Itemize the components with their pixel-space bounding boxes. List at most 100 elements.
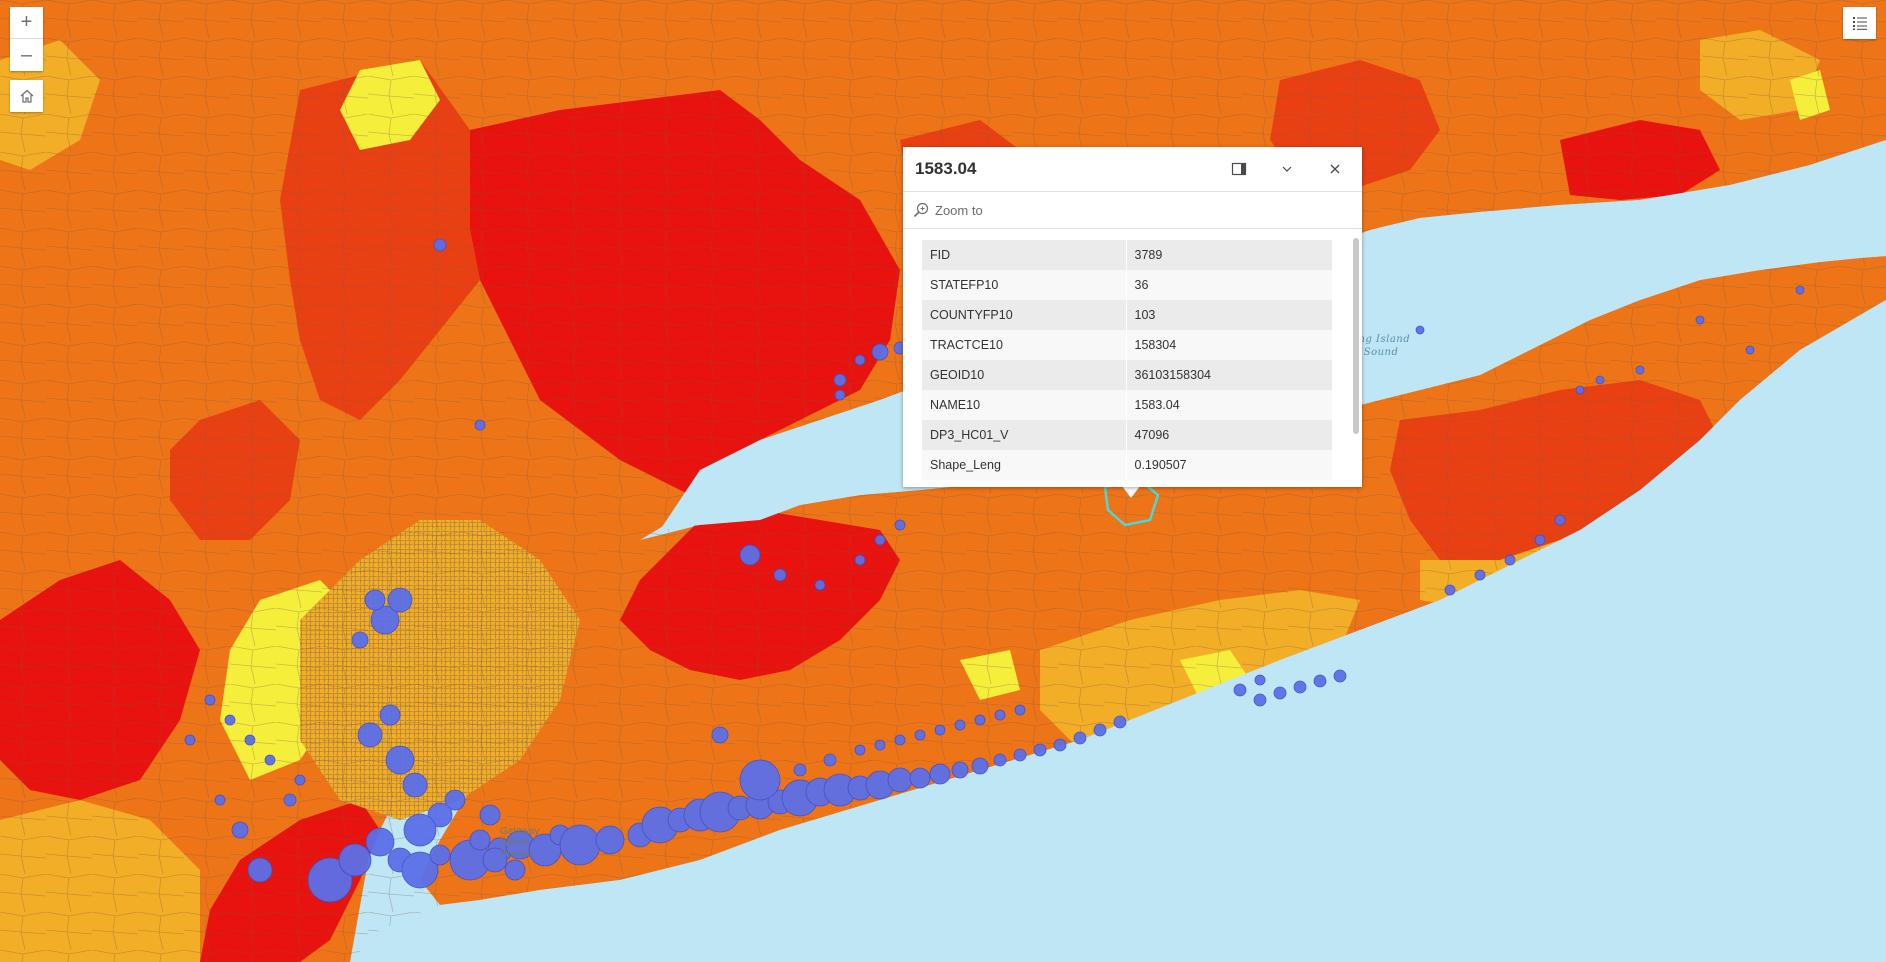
zoom-to-action[interactable]: Zoom to bbox=[913, 202, 983, 218]
map-point[interactable] bbox=[929, 763, 951, 785]
map-point[interactable] bbox=[874, 739, 886, 751]
map-point[interactable] bbox=[403, 813, 437, 847]
map-point[interactable] bbox=[247, 857, 273, 883]
map-point[interactable] bbox=[1254, 674, 1266, 686]
map-point[interactable] bbox=[739, 544, 761, 566]
map-point[interactable] bbox=[1013, 748, 1027, 762]
map-point[interactable] bbox=[469, 829, 491, 851]
map-point[interactable] bbox=[994, 709, 1006, 721]
dock-icon bbox=[1231, 162, 1247, 176]
map-point[interactable] bbox=[1745, 345, 1755, 355]
map-point[interactable] bbox=[874, 534, 886, 546]
popup-content[interactable]: FID 3789 STATEFP10 36 COUNTYFP10 103 TRACTCE10… bbox=[903, 230, 1362, 487]
map-point[interactable] bbox=[479, 804, 501, 826]
map-point[interactable] bbox=[1575, 385, 1585, 395]
map-point[interactable] bbox=[823, 753, 837, 767]
map-point[interactable] bbox=[934, 724, 946, 736]
map-point[interactable] bbox=[887, 767, 913, 793]
map-point[interactable] bbox=[433, 238, 447, 252]
map-point[interactable] bbox=[204, 694, 216, 706]
map-point[interactable] bbox=[909, 767, 931, 789]
map-point[interactable] bbox=[833, 373, 847, 387]
map-point[interactable] bbox=[894, 519, 906, 531]
map-point[interactable] bbox=[1595, 375, 1605, 385]
map-point[interactable] bbox=[1504, 554, 1516, 566]
map-point[interactable] bbox=[474, 419, 486, 431]
map-point[interactable] bbox=[294, 774, 306, 786]
map-point[interactable] bbox=[224, 714, 236, 726]
map-point[interactable] bbox=[993, 753, 1007, 767]
map-point[interactable] bbox=[1444, 584, 1456, 596]
close-button[interactable] bbox=[1320, 154, 1350, 184]
map-point[interactable] bbox=[264, 754, 276, 766]
map-point[interactable] bbox=[1014, 704, 1026, 716]
plus-icon: + bbox=[20, 11, 33, 33]
map-point[interactable] bbox=[504, 859, 526, 881]
map-point[interactable] bbox=[338, 843, 372, 877]
map-point[interactable] bbox=[595, 825, 625, 855]
map-point[interactable] bbox=[283, 793, 297, 807]
minus-icon: – bbox=[20, 43, 33, 66]
map-point[interactable] bbox=[1093, 723, 1107, 737]
map-point[interactable] bbox=[351, 631, 369, 649]
map-point[interactable] bbox=[1333, 669, 1347, 683]
map-point[interactable] bbox=[244, 734, 256, 746]
map-point[interactable] bbox=[1253, 693, 1267, 707]
map-point[interactable] bbox=[894, 734, 906, 746]
map-point[interactable] bbox=[739, 759, 781, 801]
map-point[interactable] bbox=[793, 763, 807, 777]
zoom-out-button[interactable]: – bbox=[10, 39, 43, 71]
map-point[interactable] bbox=[1534, 534, 1546, 546]
dock-button[interactable] bbox=[1224, 154, 1254, 184]
map-point[interactable] bbox=[914, 729, 926, 741]
map-point[interactable] bbox=[854, 744, 866, 756]
map-point[interactable] bbox=[773, 568, 787, 582]
map-point[interactable] bbox=[1695, 315, 1705, 325]
map-point[interactable] bbox=[814, 579, 826, 591]
map-point[interactable] bbox=[1273, 686, 1287, 700]
map-point[interactable] bbox=[402, 772, 428, 798]
map-point[interactable] bbox=[1554, 514, 1566, 526]
map-point[interactable] bbox=[231, 821, 249, 839]
map-point[interactable] bbox=[429, 844, 451, 866]
map-point[interactable] bbox=[871, 343, 889, 361]
map-point[interactable] bbox=[711, 726, 729, 744]
zoom-in-button[interactable]: + bbox=[10, 7, 43, 39]
popup-scrollbar[interactable] bbox=[1353, 238, 1359, 434]
home-button[interactable] bbox=[10, 80, 43, 112]
list-icon bbox=[1852, 17, 1867, 30]
map-point[interactable] bbox=[364, 589, 386, 611]
map-point[interactable] bbox=[854, 554, 866, 566]
map-point[interactable] bbox=[951, 761, 969, 779]
map-point[interactable] bbox=[854, 354, 866, 366]
map-point[interactable] bbox=[954, 719, 966, 731]
map-point[interactable] bbox=[1073, 731, 1087, 745]
map-point[interactable] bbox=[1113, 715, 1127, 729]
feature-popup: 1583.04 Zoom to FID 3789 STATEFP10 36 CO… bbox=[903, 147, 1362, 487]
map-point[interactable] bbox=[1033, 743, 1047, 757]
map-point[interactable] bbox=[385, 745, 415, 775]
map-point[interactable] bbox=[184, 734, 196, 746]
zoom-to-label: Zoom to bbox=[935, 202, 983, 218]
map-point[interactable] bbox=[1795, 285, 1805, 295]
map-point[interactable] bbox=[214, 794, 226, 806]
map-point[interactable] bbox=[357, 722, 383, 748]
map-point[interactable] bbox=[1233, 683, 1247, 697]
legend-button[interactable] bbox=[1843, 7, 1876, 39]
zoom-controls: + – bbox=[10, 7, 43, 71]
map-point[interactable] bbox=[1313, 674, 1327, 688]
map-point[interactable] bbox=[559, 824, 601, 866]
map-point[interactable] bbox=[971, 757, 989, 775]
map-point[interactable] bbox=[365, 827, 395, 857]
popup-actions: Zoom to bbox=[903, 191, 1362, 229]
map-point[interactable] bbox=[1415, 325, 1425, 335]
map-point[interactable] bbox=[1293, 680, 1307, 694]
map-point[interactable] bbox=[834, 389, 846, 401]
map-point[interactable] bbox=[387, 587, 413, 613]
map-point[interactable] bbox=[974, 714, 986, 726]
map-point[interactable] bbox=[1474, 569, 1486, 581]
collapse-button[interactable] bbox=[1272, 154, 1302, 184]
map-point[interactable] bbox=[1053, 738, 1067, 752]
map-point[interactable] bbox=[1635, 365, 1645, 375]
map-point[interactable] bbox=[379, 704, 401, 726]
